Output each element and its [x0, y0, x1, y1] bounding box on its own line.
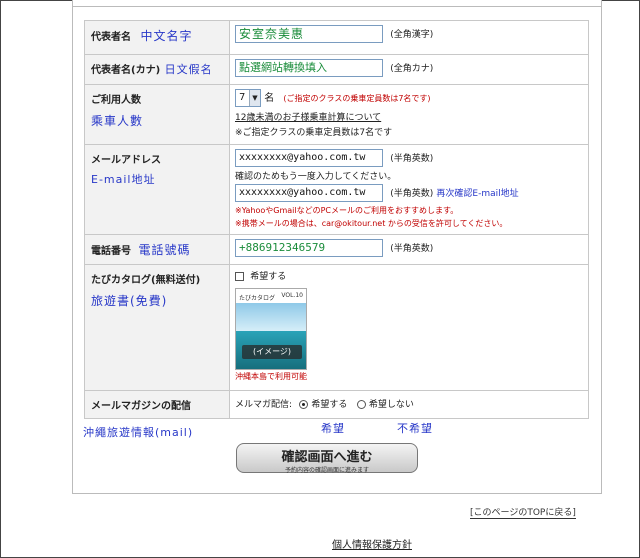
cover-sky [236, 303, 306, 331]
value-cell: 安室奈美惠 (全角漢字) [229, 20, 589, 55]
value-cell: 7 ▼ 名 (ご指定のクラスの乗車定員数は7名です) 12歳未満のお子様乗車計算… [229, 84, 589, 145]
annotation: 乘車人數 [91, 114, 144, 128]
format-hint: (半角英数) [390, 244, 434, 254]
field-label: 代表者名 [91, 32, 131, 43]
field-label: たびカタログ(無料送付) [91, 275, 201, 286]
email-warning: ※YahooやGmailなどのPCメールのご利用をおすすめします。 [235, 206, 459, 215]
email-input[interactable]: xxxxxxxx@yahoo.com.tw [235, 149, 383, 167]
confirm-instruction: 確認のためもう一度入力してください。 [235, 172, 397, 182]
format-hint: (半角英数) [390, 189, 434, 199]
catalog-caption: 沖縄本島で利用可能 [235, 372, 307, 381]
catalog-cover-image: たびカタログ VOL.10 (イメージ) [235, 288, 307, 370]
magazine-no-radio[interactable] [356, 399, 366, 409]
back-to-top-link[interactable]: [このページのTOPに戻る] [470, 505, 576, 519]
format-hint: (全角カナ) [390, 64, 434, 74]
representative-kana-input[interactable]: 點選網站轉換填入 [235, 59, 383, 77]
annotation: E-mail地址 [91, 173, 156, 186]
field-label: ご利用人数 [91, 95, 141, 106]
value-cell: 希望する たびカタログ VOL.10 (イメージ) 沖縄本島で利用可能 [229, 264, 589, 391]
annotation: 再次確認E-mail地址 [436, 189, 519, 199]
label-cell: ご利用人数 乘車人數 [84, 84, 230, 145]
email-warning: ※携帯メールの場合は、car@okitour.net からの受信を許可してくださ… [235, 219, 508, 228]
cover-title: たびカタログ [239, 295, 276, 302]
row-phone: 電話番号 電話號碼 +886912346579 (半角英数) [84, 234, 589, 265]
privacy-policy-link[interactable]: 個人情報保護方針 [332, 536, 412, 551]
checkbox-label[interactable]: 希望する [250, 272, 286, 282]
catalog-request-checkbox[interactable] [235, 271, 244, 281]
annotation-mail-magazine: 沖繩旅遊情報(mail) [83, 426, 194, 439]
row-passengers: ご利用人数 乘車人數 7 ▼ 名 (ご指定のクラスの乗車定員数は7名です) 12… [84, 84, 589, 145]
reservation-form-table: 代表者名 中文名字 安室奈美惠 (全角漢字) 代表者名(カナ) 日文假名 點選網… [84, 20, 589, 419]
phone-input[interactable]: +886912346579 [235, 239, 383, 257]
email-confirm-input[interactable]: xxxxxxxx@yahoo.com.tw [235, 184, 383, 202]
cover-volume: VOL.10 [281, 292, 303, 299]
value-cell: xxxxxxxx@yahoo.com.tw (半角英数) 確認のためもう一度入力… [229, 144, 589, 235]
confirm-button-sublabel: 予約内容の確認画面に進みます [284, 467, 369, 474]
magazine-prefix: メルマガ配信: [235, 400, 293, 410]
row-catalog: たびカタログ(無料送付) 旅遊書(免費) 希望する たびカタログ VOL.10 … [84, 264, 589, 391]
image-placeholder-label: (イメージ) [242, 345, 302, 359]
value-cell: +886912346579 (半角英数) [229, 234, 589, 265]
annotation-no: 不希望 [397, 422, 433, 435]
label-cell: たびカタログ(無料送付) 旅遊書(免費) [84, 264, 230, 391]
format-hint: (全角漢字) [390, 30, 434, 40]
capacity-info: ※ご指定クラスの乗車定員数は7名です [235, 128, 393, 138]
representative-name-input[interactable]: 安室奈美惠 [235, 25, 383, 43]
annotation-yes: 希望 [321, 422, 345, 435]
field-label: メールアドレス [91, 155, 161, 166]
annotation: 中文名字 [140, 29, 193, 43]
format-hint: (半角英数) [390, 154, 434, 164]
annotation: 旅遊書(免費) [91, 294, 168, 308]
label-cell: 代表者名(カナ) 日文假名 [84, 54, 230, 85]
value-cell: メルマガ配信: 希望する 希望しない [229, 390, 589, 419]
child-fare-link[interactable]: 12歳未満のお子様乗車計算について [235, 110, 583, 123]
label-cell: 電話番号 電話號碼 [84, 234, 230, 265]
capacity-note: (ご指定のクラスの乗車定員数は7名です) [283, 94, 431, 103]
row-representative-kana: 代表者名(カナ) 日文假名 點選網站轉換填入 (全角カナ) [84, 54, 589, 85]
confirm-button[interactable]: 確認画面へ進む 予約内容の確認画面に進みます [236, 443, 418, 474]
annotation: 日文假名 [164, 63, 213, 76]
value-cell: 點選網站轉換填入 (全角カナ) [229, 54, 589, 85]
passenger-count-select[interactable]: 7 ▼ [235, 89, 261, 107]
row-email: メールアドレス E-mail地址 xxxxxxxx@yahoo.com.tw (… [84, 144, 589, 235]
selected-value: 7 [239, 92, 246, 103]
label-cell: 代表者名 中文名字 [84, 20, 230, 55]
confirm-button-label: 確認画面へ進む [281, 450, 373, 465]
label-cell: メールアドレス E-mail地址 [84, 144, 230, 235]
radio-label-yes[interactable]: 希望する [311, 400, 347, 410]
unit-label: 名 [264, 93, 275, 104]
panel-divider [73, 6, 601, 7]
label-cell: メールマガジンの配信 [84, 390, 230, 419]
field-label: メールマガジンの配信 [91, 401, 191, 412]
field-label: 代表者名(カナ) [91, 65, 161, 76]
row-mail-magazine: メールマガジンの配信 メルマガ配信: 希望する 希望しない [84, 390, 589, 419]
magazine-yes-radio[interactable] [299, 399, 309, 409]
field-label: 電話番号 [91, 246, 131, 257]
radio-label-no[interactable]: 希望しない [369, 400, 414, 410]
reservation-form-panel: 代表者名 中文名字 安室奈美惠 (全角漢字) 代表者名(カナ) 日文假名 點選網… [72, 0, 602, 494]
row-representative-name: 代表者名 中文名字 安室奈美惠 (全角漢字) [84, 20, 589, 55]
chevron-down-icon[interactable]: ▼ [249, 90, 260, 106]
annotation: 電話號碼 [138, 243, 191, 257]
